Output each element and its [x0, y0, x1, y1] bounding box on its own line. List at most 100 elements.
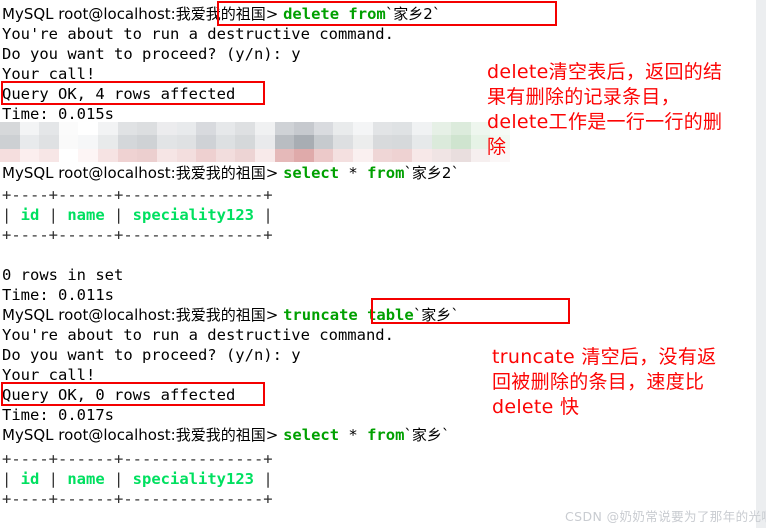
annotation-line: 回被删除的条目，速度比: [492, 371, 705, 393]
mosaic-cell: [215, 148, 236, 162]
mosaic-cell: [58, 122, 79, 136]
mosaic-cell: [196, 148, 216, 162]
annotation-delete-explanation: delete清空表后，返回的结 果有删除的记录条目， delete工作是一行一行的删…: [487, 60, 755, 160]
table-rule-top-1: +----+------+---------------+: [2, 186, 273, 204]
mosaic-cell: [333, 122, 354, 136]
mosaic-cell: [451, 135, 471, 149]
terminal-screenshot: MySQL root@localhost:我爱我的祖国> delete from…: [0, 0, 766, 528]
table-name-hometown: `家乡`: [413, 306, 459, 324]
mosaic-cell: [78, 122, 99, 136]
mosaic-cell: [78, 135, 99, 149]
mosaic-cell: [235, 148, 255, 162]
annotation-line: delete 快: [492, 396, 580, 418]
prompt-text: MySQL root@localhost:我爱我的祖国>: [2, 5, 284, 23]
mosaic-cell: [372, 135, 393, 149]
mosaic-cell: [39, 122, 59, 136]
mosaic-cell: [235, 135, 255, 149]
annotation-truncate-explanation: truncate 清空后，没有返 回被删除的条目，速度比 delete 快: [492, 345, 756, 420]
mosaic-cell: [39, 135, 59, 149]
terminal-line-select-command-1: MySQL root@localhost:我爱我的祖国> select * fr…: [2, 163, 459, 183]
mosaic-cell: [235, 122, 255, 136]
mosaic-cell: [372, 122, 393, 136]
mosaic-cell: [411, 122, 432, 136]
mosaic-cell: [215, 135, 236, 149]
terminal-line-proceed-question-1: Do you want to proceed? (y/n): y: [2, 45, 301, 63]
mosaic-cell: [411, 148, 432, 162]
mosaic-cell: [137, 135, 157, 149]
annotation-line: 除: [487, 136, 507, 158]
sql-keyword-delete-from: delete from: [283, 5, 386, 23]
mosaic-cell: [156, 148, 177, 162]
table-pipe: |: [254, 206, 273, 224]
column-header-name: name: [67, 470, 105, 488]
terminal-line-query-ok-0-rows: Query OK, 0 rows affected: [2, 386, 236, 404]
terminal-line-destructive-warning-1: You're about to run a destructive comman…: [2, 25, 394, 43]
mosaic-cell: [274, 135, 295, 149]
terminal-line-delete-command: MySQL root@localhost:我爱我的祖国> delete from…: [2, 4, 440, 24]
mosaic-cell: [392, 122, 412, 136]
table-rule-bottom-2: +----+------+---------------+: [2, 490, 273, 508]
sql-keyword-select: select: [283, 426, 340, 444]
column-header-id: id: [20, 206, 40, 224]
column-header-speciality123: speciality123: [132, 470, 254, 488]
table-header-row-2: | id | name | speciality123 |: [2, 469, 273, 489]
terminal-line-query-ok-4-rows: Query OK, 4 rows affected: [2, 85, 236, 103]
mosaic-cell: [274, 122, 295, 136]
mosaic-cell: [431, 122, 452, 136]
mosaic-cell: [156, 122, 177, 136]
terminal-line-destructive-warning-2: You're about to run a destructive comman…: [2, 326, 394, 344]
mosaic-cell: [353, 135, 373, 149]
mosaic-cell: [372, 148, 393, 162]
table-rule-bottom-1: +----+------+---------------+: [2, 226, 273, 244]
mosaic-cell: [255, 148, 275, 162]
column-header-name: name: [67, 206, 105, 224]
prompt-text: MySQL root@localhost:我爱我的祖国>: [2, 306, 284, 324]
mosaic-cell: [392, 148, 412, 162]
mosaic-censor-band: [0, 122, 510, 162]
mosaic-cell: [0, 135, 20, 149]
terminal-line-time-0017: Time: 0.017s: [2, 406, 114, 424]
mosaic-cell: [353, 122, 373, 136]
mosaic-cell: [333, 135, 354, 149]
terminal-line-time-0015: Time: 0.015s: [2, 105, 114, 123]
mosaic-cell: [313, 122, 334, 136]
mosaic-cell: [58, 135, 79, 149]
mosaic-cell: [196, 122, 216, 136]
table-pipe: |: [39, 206, 68, 224]
mosaic-cell: [255, 135, 275, 149]
mosaic-cell: [392, 135, 412, 149]
annotation-line: 果有删除的记录条目，: [487, 86, 681, 108]
prompt-text: MySQL root@localhost:我爱我的祖国>: [2, 426, 284, 444]
mosaic-cell: [156, 135, 177, 149]
mosaic-cell: [431, 148, 452, 162]
annotation-line: delete工作是一行一行的删: [487, 111, 723, 133]
terminal-line-proceed-question-2: Do you want to proceed? (y/n): y: [2, 346, 301, 364]
table-pipe: |: [39, 470, 68, 488]
mosaic-cell: [294, 135, 314, 149]
table-header-row-1: | id | name | speciality123 |: [2, 205, 273, 225]
mosaic-cell: [451, 122, 471, 136]
sql-keyword-select: select: [283, 164, 340, 182]
mosaic-cell: [176, 135, 197, 149]
mosaic-cell: [117, 122, 138, 136]
mosaic-cell: [137, 122, 157, 136]
mosaic-cell: [58, 148, 79, 162]
table-name-hometown2: `家乡2`: [385, 5, 441, 23]
table-name-hometown2: `家乡2`: [404, 164, 459, 182]
mosaic-cell: [98, 148, 118, 162]
sql-star-glyph: *: [339, 426, 368, 444]
terminal-line-rows-in-set-0: 0 rows in set: [2, 266, 124, 284]
csdn-watermark: CSDN @奶奶常说要为了那年的光啊: [565, 509, 766, 524]
table-pipe: |: [254, 470, 273, 488]
terminal-line-select-command-2: MySQL root@localhost:我爱我的祖国> select * fr…: [2, 425, 449, 445]
mosaic-cell: [255, 122, 275, 136]
mosaic-cell: [294, 122, 314, 136]
sql-keyword-truncate-table: truncate table: [283, 306, 414, 324]
terminal-line-your-call-1: Your call!: [2, 65, 96, 83]
mosaic-cell: [411, 135, 432, 149]
annotation-line: truncate 清空后，没有返: [492, 346, 717, 368]
sql-keyword-from: from: [367, 426, 405, 444]
table-pipe: |: [104, 470, 133, 488]
mosaic-cell: [19, 135, 40, 149]
table-rule-top-2: +----+------+---------------+: [2, 450, 273, 468]
